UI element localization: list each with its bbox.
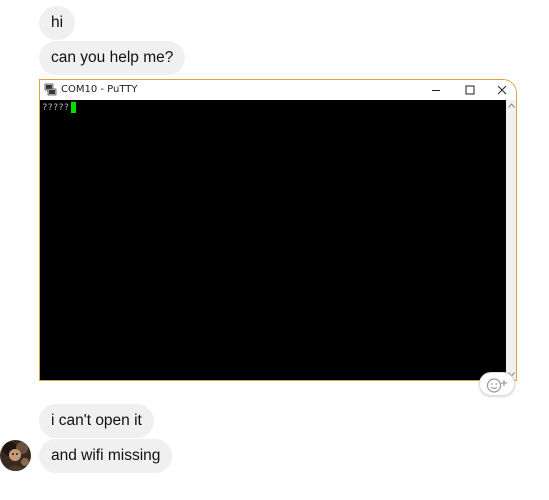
image-attachment-putty-screenshot[interactable]: COM10 - PuTTY ????? (39, 79, 517, 381)
message-text: and wifi missing (51, 447, 161, 464)
message-bubble-hi[interactable]: hi (39, 6, 76, 40)
message-text: hi (51, 14, 64, 31)
window-titlebar: COM10 - PuTTY (40, 80, 516, 100)
terminal-area: ????? (40, 100, 506, 380)
message-bubble-wifi-missing[interactable]: and wifi missing (39, 439, 173, 473)
message-text: can you help me? (51, 49, 174, 66)
add-reaction-button[interactable] (479, 372, 515, 396)
scroll-up-arrow-icon (508, 103, 515, 108)
terminal-cursor (71, 102, 76, 113)
terminal-output: ????? (42, 103, 70, 113)
message-bubble-cant-open[interactable]: i can't open it (39, 404, 154, 438)
minimize-icon (432, 90, 440, 91)
close-icon (497, 85, 507, 95)
message-bubble-help[interactable]: can you help me? (39, 41, 186, 75)
user-avatar[interactable] (0, 440, 31, 471)
avatar-image (0, 440, 31, 471)
maximize-icon (465, 85, 475, 95)
terminal-scrollbar (506, 100, 516, 380)
smiley-plus-icon (486, 378, 507, 393)
putty-icon (44, 83, 57, 96)
window-title: COM10 - PuTTY (61, 84, 138, 95)
message-text: i can't open it (51, 412, 142, 429)
